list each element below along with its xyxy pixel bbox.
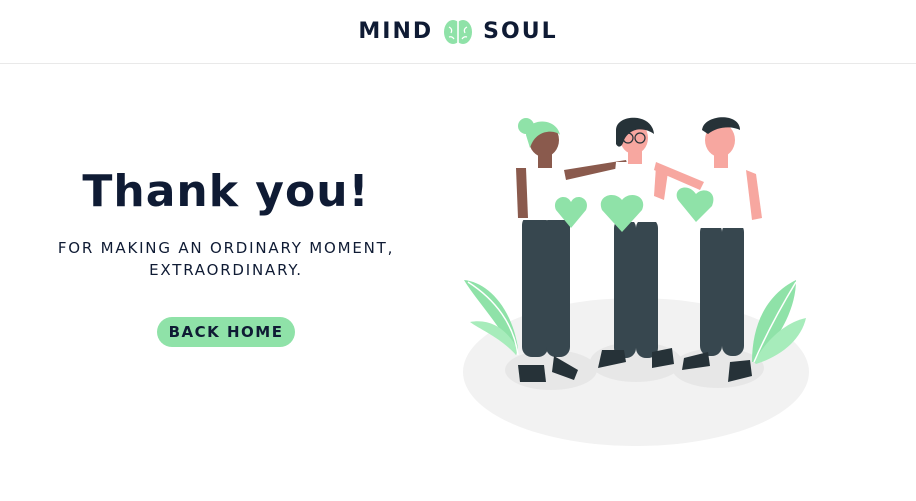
- back-home-button[interactable]: BACK HOME: [156, 317, 296, 347]
- brand-word-left: MIND: [358, 19, 434, 44]
- brain-icon: [444, 19, 473, 44]
- thank-you-panel: Thank you! FOR MAKING AN ORDINARY MOMENT…: [20, 150, 432, 347]
- brand-logo[interactable]: MIND SOUL: [358, 18, 557, 46]
- page-title: Thank you!: [82, 166, 370, 217]
- site-header: MIND SOUL: [0, 0, 916, 64]
- friends-illustration: [463, 117, 809, 446]
- subtitle-line-2: EXTRAORDINARY.: [149, 261, 303, 279]
- thank-you-message: FOR MAKING AN ORDINARY MOMENT, EXTRAORDI…: [20, 237, 432, 281]
- subtitle-line-1: FOR MAKING AN ORDINARY MOMENT,: [57, 239, 395, 257]
- brand-word-right: SOUL: [483, 19, 558, 44]
